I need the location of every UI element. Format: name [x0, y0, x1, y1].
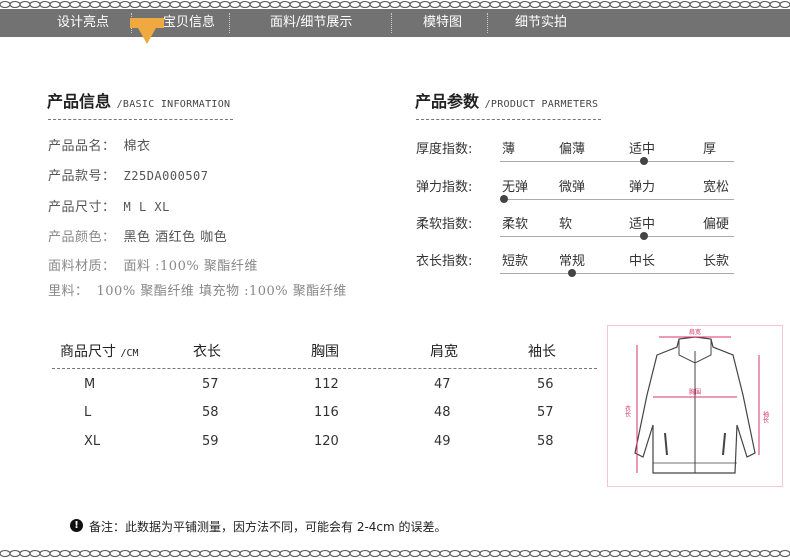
param-option: 柔软	[502, 217, 529, 232]
column-header-sleeve: 袖长	[528, 344, 556, 360]
nav-item-design[interactable]: 设计亮点	[57, 9, 109, 37]
info-row-lining: 里料： 100% 聚酯纤维 填充物 :100% 聚酯纤维	[48, 284, 347, 299]
param-label: 厚度指数:	[416, 142, 473, 157]
param-scale-line	[500, 199, 734, 200]
nav-item-model[interactable]: 模特图	[423, 9, 462, 37]
param-row: 弹力指数: 无弹 微弹 弹力 宽松	[416, 176, 736, 206]
param-label: 衣长指数:	[416, 254, 473, 269]
param-indicator-dot	[500, 195, 508, 203]
param-option: 短款	[502, 254, 529, 269]
size-label: XL	[84, 434, 101, 449]
param-indicator-dot	[640, 157, 648, 165]
param-option: 厚	[703, 142, 717, 157]
nav-divider	[487, 13, 488, 33]
table-cell: 49	[434, 434, 451, 449]
table-cell: 58	[202, 405, 219, 420]
table-divider	[52, 368, 597, 369]
shoulder-label: 肩宽	[689, 328, 701, 336]
param-row: 柔软指数: 柔软 软 适中 偏硬	[416, 213, 736, 243]
param-indicator-dot	[568, 269, 576, 277]
top-chain-border	[0, 0, 790, 9]
param-option: 长款	[703, 254, 730, 269]
left-pocket	[664, 432, 668, 456]
param-option: 常规	[559, 254, 586, 269]
chest-label: 胸围	[689, 388, 701, 396]
divider	[416, 119, 601, 120]
param-option: 偏硬	[703, 217, 730, 232]
param-option: 弹力	[629, 180, 656, 195]
jacket-size-diagram: 肩宽 胸围 衣长 袖长	[607, 325, 783, 487]
table-cell: 57	[202, 377, 219, 392]
param-scale-line	[500, 236, 734, 237]
length-label: 衣长	[624, 404, 631, 418]
right-pocket	[722, 432, 726, 456]
product-params-title: 产品参数 /PRODUCT PARMETERS	[415, 92, 599, 111]
column-header-length: 衣长	[193, 344, 221, 360]
param-scale-line	[500, 161, 734, 162]
param-row: 厚度指数: 薄 偏薄 适中 厚	[416, 138, 736, 168]
table-cell: 116	[314, 405, 339, 420]
param-option: 中长	[629, 254, 656, 269]
info-row-fabric: 面料材质： 面料 :100% 聚酯纤维	[48, 259, 258, 274]
nav-bar: 设计亮点 宝贝信息 面料/细节展示 模特图 细节实拍	[0, 9, 790, 37]
nav-divider	[391, 13, 392, 33]
info-row-style-no: 产品款号： Z25DA000507	[48, 169, 209, 184]
info-row-color: 产品颜色： 黑色 酒红色 咖色	[48, 230, 228, 245]
nav-item-info[interactable]: 宝贝信息	[163, 9, 215, 37]
size-label: M	[84, 377, 96, 392]
table-cell: 57	[537, 405, 554, 420]
note-text: 备注：此数据为平铺测量，因方法不同，可能会有 2-4cm 的误差。	[89, 520, 447, 534]
column-header-shoulder: 肩宽	[430, 344, 458, 360]
active-nav-arrow-icon	[138, 28, 156, 44]
param-option: 无弹	[502, 180, 529, 195]
param-option: 适中	[629, 217, 656, 232]
param-label: 柔软指数:	[416, 217, 473, 232]
info-row-size: 产品尺寸： M L XL	[48, 200, 170, 215]
column-header-chest: 胸围	[311, 344, 339, 360]
param-option: 薄	[502, 142, 516, 157]
table-cell: 56	[537, 377, 554, 392]
table-cell: 120	[314, 434, 339, 449]
param-option: 偏薄	[559, 142, 586, 157]
param-label: 弹力指数:	[416, 180, 473, 195]
table-cell: 59	[202, 434, 219, 449]
table-cell: 58	[537, 434, 554, 449]
param-indicator-dot	[640, 232, 648, 240]
nav-divider	[229, 13, 230, 33]
param-option: 宽松	[703, 180, 730, 195]
bottom-chain-border	[0, 549, 790, 558]
param-option: 适中	[629, 142, 656, 157]
param-option: 微弹	[559, 180, 586, 195]
param-option: 软	[559, 217, 573, 232]
active-nav-marker	[130, 18, 164, 28]
size-table-title: 商品尺寸 /CM	[60, 344, 139, 360]
table-cell: 48	[434, 405, 451, 420]
table-cell: 112	[314, 377, 339, 392]
exclamation-icon: !	[70, 519, 83, 532]
nav-item-detail[interactable]: 细节实拍	[515, 9, 567, 37]
divider	[48, 119, 233, 120]
param-row: 衣长指数: 短款 常规 中长 长款	[416, 250, 736, 280]
size-label: L	[84, 405, 92, 420]
param-scale-line	[500, 273, 734, 274]
nav-item-fabric[interactable]: 面料/细节展示	[270, 9, 352, 37]
product-info-title: 产品信息 /BASIC INFORMATION	[47, 92, 231, 111]
info-row-name: 产品品名： 棉衣	[48, 139, 151, 154]
table-cell: 47	[434, 377, 451, 392]
sleeve-label: 袖长	[762, 410, 769, 424]
